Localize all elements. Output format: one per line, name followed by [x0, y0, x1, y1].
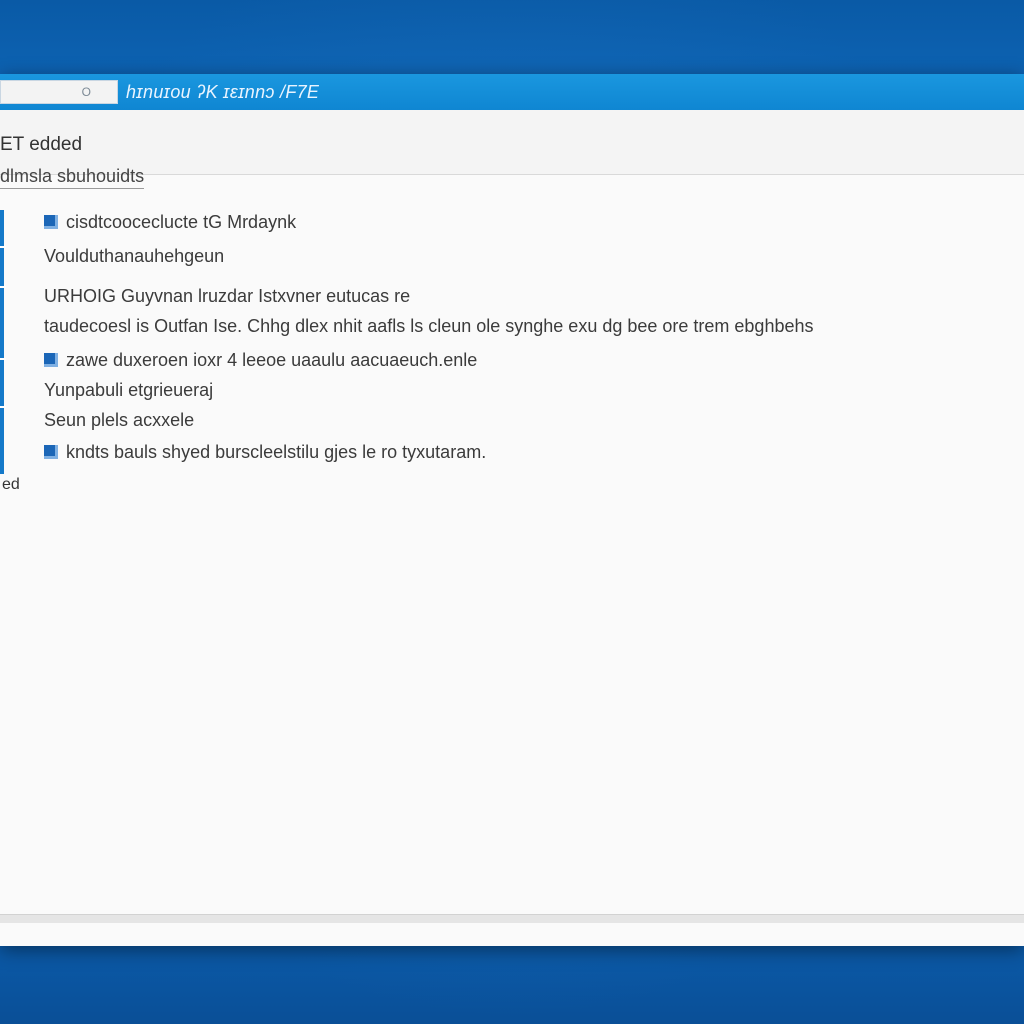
- rail-tick: [0, 246, 6, 248]
- list-item: taudecoesl is Outfan Ise. Chhg dlex nhit…: [44, 316, 813, 337]
- list-item-text: cisdtcooceclucte tG Mrdaynk: [66, 212, 297, 232]
- checkbox-icon[interactable]: [44, 445, 58, 459]
- header-band: [0, 110, 1024, 175]
- list-item[interactable]: kndts bauls shyed burscleelstilu gjes le…: [44, 442, 486, 463]
- page-title: ET edded: [0, 134, 83, 155]
- list-item-text: Seun plels acxxele: [44, 410, 195, 430]
- window-title: hɪnuɪou ʔK ɪɛɪnnɔ /F7E: [126, 82, 320, 102]
- rail-tick: [0, 286, 6, 288]
- section-subtitle[interactable]: dlmsla sbuhouidts: [0, 166, 145, 189]
- app-window: O hɪnuɪou ʔK ɪɛɪnnɔ /F7E ET edded dlmsla…: [0, 74, 1024, 946]
- list-item: Yunpabuli etgrieueraj: [44, 380, 213, 401]
- list-item-text: Yunpabuli etgrieueraj: [44, 380, 214, 400]
- app-icon: [44, 215, 58, 229]
- list-item-text: taudecoesl is Outfan Ise. Chhg dlex nhit…: [44, 316, 814, 336]
- window-titlebar[interactable]: O hɪnuɪou ʔK ɪɛɪnnɔ /F7E: [0, 74, 1024, 110]
- rail-tick: [0, 358, 6, 360]
- list-item-text: zawe duxeroen ioxr 4 leeoe uaaulu aacuae…: [66, 350, 478, 370]
- window-bottom-strip: [0, 914, 1024, 923]
- list-item: Seun plels acxxele: [44, 410, 194, 431]
- list-item: URHOIG Guyvnan lruzdar Istxvner eutucas …: [44, 286, 410, 307]
- list-item-text: Voulduthanauhehgeun: [44, 246, 225, 266]
- list-item: Voulduthanauhehgeun: [44, 246, 224, 267]
- list-item[interactable]: zawe duxeroen ioxr 4 leeoe uaaulu aacuae…: [44, 350, 477, 371]
- rail-label: ed: [2, 476, 20, 493]
- title-search-box[interactable]: O: [0, 80, 118, 104]
- list-item-text: URHOIG Guyvnan lruzdar Istxvner eutucas …: [44, 286, 411, 306]
- checkbox-icon[interactable]: [44, 353, 58, 367]
- left-nav-rail[interactable]: [0, 210, 6, 474]
- rail-tick: [0, 406, 6, 408]
- list-item-text: kndts bauls shyed burscleelstilu gjes le…: [66, 442, 487, 462]
- list-item[interactable]: cisdtcooceclucte tG Mrdaynk: [44, 212, 296, 233]
